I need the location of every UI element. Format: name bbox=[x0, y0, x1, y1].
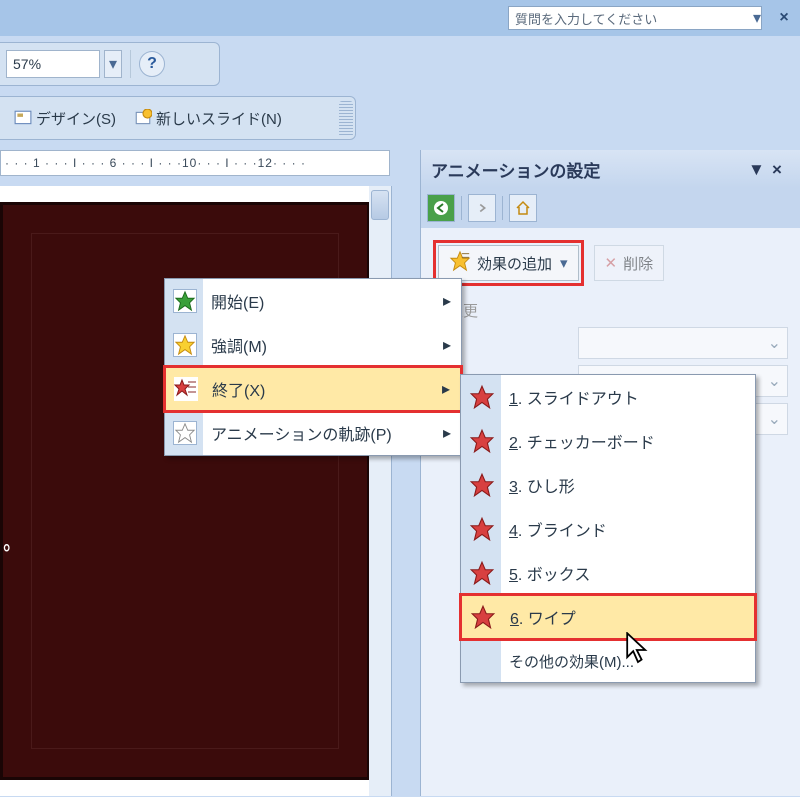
nav-separator bbox=[461, 196, 462, 220]
star-red-icon bbox=[469, 384, 495, 410]
menu-item-exit[interactable]: 終了(X) ▸ bbox=[165, 367, 461, 411]
submenu-item-diamond[interactable]: 3. ひし形 bbox=[461, 463, 755, 507]
task-pane-nav bbox=[421, 188, 800, 228]
design-button[interactable]: デザイン(S) bbox=[8, 105, 122, 132]
nav-back-button[interactable] bbox=[427, 194, 455, 222]
submenu-num: 5 bbox=[509, 567, 518, 584]
nav-separator bbox=[502, 196, 503, 220]
nav-home-button[interactable] bbox=[509, 194, 537, 222]
mouse-cursor-icon bbox=[626, 632, 650, 664]
remove-effect-button: ✕ 削除 bbox=[594, 245, 665, 281]
start-select[interactable]: ⌄ bbox=[578, 327, 788, 359]
zoom-input[interactable]: 57% bbox=[6, 50, 100, 78]
submenu-arrow-icon: ▸ bbox=[443, 291, 451, 311]
submenu-item-slideout[interactable]: 1. スライドアウト bbox=[461, 375, 755, 419]
menu-item-motion-paths[interactable]: アニメーションの軌跡(P) ▸ bbox=[165, 411, 461, 455]
task-pane-title: アニメーションの設定 bbox=[431, 157, 600, 182]
exit-effects-submenu: 1. スライドアウト 2. チェッカーボード 3. ひし形 4. ブラインド 5… bbox=[460, 374, 756, 683]
star-green-icon bbox=[173, 289, 197, 313]
menu-label: 開始(E) bbox=[211, 289, 264, 313]
submenu-item-blinds[interactable]: 4. ブラインド bbox=[461, 507, 755, 551]
menu-label: 終了(X) bbox=[212, 377, 265, 401]
chevron-down-icon: ⌄ bbox=[768, 333, 781, 353]
chevron-down-icon: ▾ bbox=[560, 254, 568, 272]
horizontal-ruler: · · · 1 · · · I · · · 6 · · · I · · ·10·… bbox=[0, 150, 390, 176]
add-effect-star-icon bbox=[449, 250, 471, 276]
new-slide-button[interactable]: 新しいスライド(N) bbox=[128, 105, 288, 132]
submenu-label: ひし形 bbox=[527, 479, 575, 496]
question-icon: ? bbox=[147, 55, 157, 73]
submenu-item-box[interactable]: 5. ボックス bbox=[461, 551, 755, 595]
submenu-num: 1 bbox=[509, 391, 518, 408]
slide-text-fragment: ﾟ bbox=[3, 535, 18, 579]
star-red-icon bbox=[470, 604, 496, 630]
task-pane-menu-icon[interactable]: ▼ bbox=[748, 160, 766, 178]
submenu-label: ボックス bbox=[527, 567, 591, 584]
submenu-label: ブラインド bbox=[527, 523, 607, 540]
remove-x-icon: ✕ bbox=[605, 254, 618, 272]
star-red-icon bbox=[469, 428, 495, 454]
menu-item-entrance[interactable]: 開始(E) ▸ bbox=[165, 279, 461, 323]
menu-item-emphasis[interactable]: 強調(M) ▸ bbox=[165, 323, 461, 367]
submenu-num: 4 bbox=[509, 523, 518, 540]
design-icon bbox=[14, 109, 32, 127]
remove-label: 削除 bbox=[623, 253, 653, 274]
new-slide-label: 新しいスライド(N) bbox=[156, 108, 282, 129]
toolbar-separator bbox=[130, 50, 131, 78]
add-effect-label: 効果の追加 bbox=[477, 253, 552, 274]
toolbar-slide-group: デザイン(S) 新しいスライド(N) bbox=[0, 96, 356, 140]
submenu-arrow-icon: ▸ bbox=[442, 379, 450, 399]
submenu-num: 6 bbox=[510, 611, 519, 628]
design-label: デザイン(S) bbox=[36, 108, 116, 129]
submenu-label: スライドアウト bbox=[527, 391, 639, 408]
star-red-icon bbox=[469, 560, 495, 586]
nav-forward-button[interactable] bbox=[468, 194, 496, 222]
submenu-label: ワイプ bbox=[528, 611, 576, 628]
ruler-text: · · · 1 · · · I · · · 6 · · · I · · ·10·… bbox=[5, 156, 306, 170]
help-button[interactable]: ? bbox=[139, 51, 165, 77]
zoom-dropdown-icon[interactable]: ▾ bbox=[104, 50, 122, 78]
toolbar-zoom-group: 57% ▾ ? bbox=[0, 42, 220, 86]
add-effect-button[interactable]: 効果の追加 ▾ bbox=[438, 245, 579, 281]
help-search-input[interactable]: 質問を入力してください bbox=[508, 6, 762, 30]
help-search-placeholder: 質問を入力してください bbox=[515, 9, 657, 28]
star-red-icon bbox=[469, 516, 495, 542]
submenu-item-wipe[interactable]: 6. ワイプ bbox=[461, 595, 755, 639]
chevron-down-icon: ⌄ bbox=[768, 371, 781, 391]
submenu-arrow-icon: ▸ bbox=[443, 423, 451, 443]
submenu-item-checkerboard[interactable]: 2. チェッカーボード bbox=[461, 419, 755, 463]
star-outline-icon bbox=[173, 421, 197, 445]
submenu-other-effects[interactable]: その他の効果(M)... bbox=[461, 640, 755, 682]
star-red-icon bbox=[469, 472, 495, 498]
submenu-num: 2 bbox=[509, 435, 518, 452]
chevron-down-icon: ⌄ bbox=[768, 409, 781, 429]
close-icon[interactable]: × bbox=[774, 6, 794, 30]
task-pane-close-icon[interactable]: × bbox=[772, 160, 790, 178]
window-titlebar: 質問を入力してください ▾ × bbox=[0, 0, 800, 36]
change-section-label: の変更 bbox=[433, 300, 788, 321]
help-search-dropdown-icon[interactable]: ▾ bbox=[748, 6, 766, 30]
submenu-num: 3 bbox=[509, 479, 518, 496]
toolbar-handle-icon[interactable] bbox=[339, 101, 353, 137]
star-red-lines-icon bbox=[174, 377, 198, 401]
menu-label: 強調(M) bbox=[211, 333, 267, 357]
zoom-value-text: 57% bbox=[13, 56, 41, 72]
submenu-other-label: その他の効果(M)... bbox=[509, 651, 634, 672]
menu-label: アニメーションの軌跡(P) bbox=[211, 421, 392, 445]
scrollbar-thumb[interactable] bbox=[371, 190, 389, 220]
submenu-arrow-icon: ▸ bbox=[443, 335, 451, 355]
task-pane-titlebar: アニメーションの設定 ▼ × bbox=[421, 150, 800, 188]
submenu-label: チェッカーボード bbox=[527, 435, 655, 452]
add-effect-menu: 開始(E) ▸ 強調(M) ▸ 終了(X) ▸ アニメーションの軌跡(P) ▸ bbox=[164, 278, 462, 456]
star-yellow-icon bbox=[173, 333, 197, 357]
new-slide-icon bbox=[134, 109, 152, 127]
